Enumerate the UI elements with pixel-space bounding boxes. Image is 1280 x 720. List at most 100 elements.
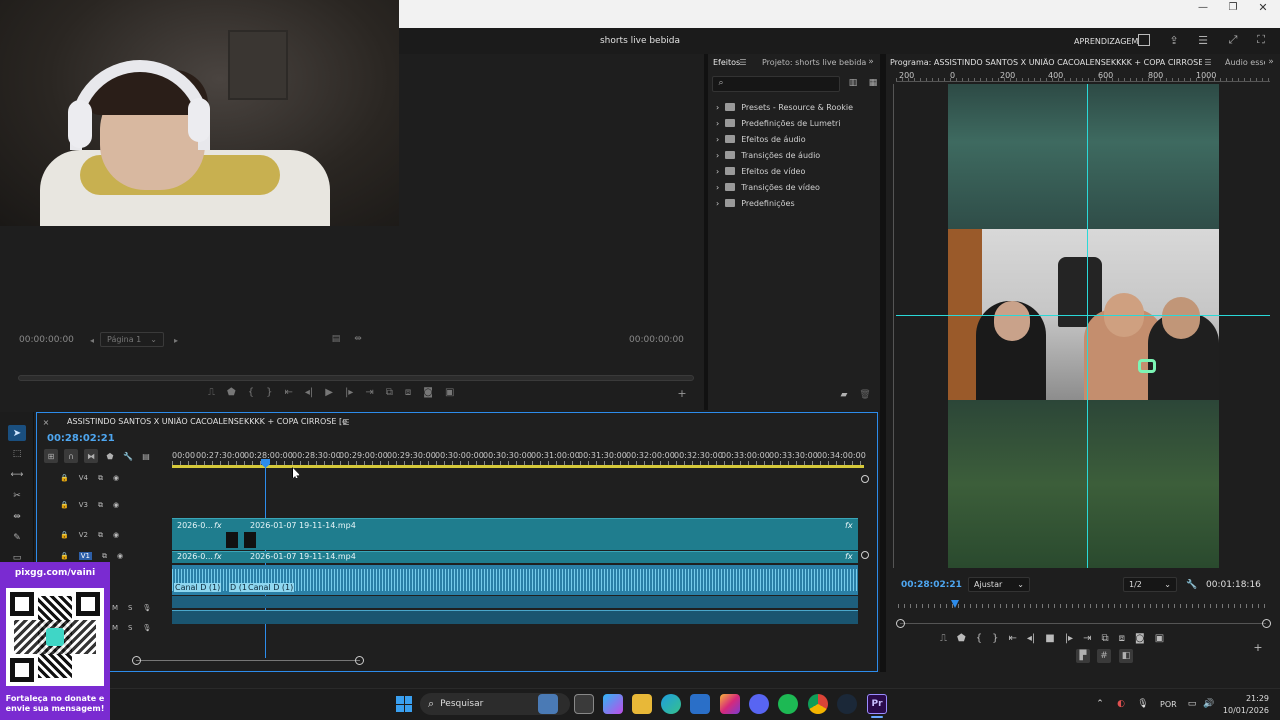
source-expand-icon[interactable]: ⇹ <box>352 333 364 345</box>
start-button[interactable] <box>396 696 412 712</box>
eye-icon[interactable]: ◉ <box>117 552 123 560</box>
timeline-vertical-scroll-bottom[interactable] <box>861 551 869 559</box>
timeline-scroll-handle-left[interactable] <box>132 656 141 665</box>
step-back-icon[interactable]: ◂| <box>305 387 313 401</box>
mute-button[interactable]: M <box>112 604 118 612</box>
spotify-icon[interactable] <box>778 694 798 714</box>
accelerated-effects-icon[interactable]: ▥ <box>847 78 859 88</box>
source-add-icon[interactable]: + <box>677 387 687 400</box>
share-icon[interactable]: ⇪ <box>1168 33 1180 47</box>
folder-video-effects[interactable]: › Efeitos de vídeo <box>716 163 805 179</box>
sequence-tab[interactable]: ASSISTINDO SANTOS X UNIÃO CACOALENSEKKKK… <box>67 417 347 426</box>
audio-clip-a3[interactable] <box>172 610 858 624</box>
steam-icon[interactable] <box>837 694 857 714</box>
workspace-learning-button[interactable]: APRENDIZAGEM <box>1074 37 1138 46</box>
timeline-settings-icon[interactable]: 🔧 <box>122 449 134 463</box>
timeline-horizontal-scroll[interactable] <box>136 660 360 661</box>
tab-project[interactable]: Projeto: shorts live bebida <box>762 58 866 67</box>
source-settings-icon[interactable]: ▤ <box>331 333 341 345</box>
linked-selection-icon[interactable]: ⧓ <box>84 449 98 463</box>
microphone-icon[interactable]: 🎙 <box>143 604 152 612</box>
timeline-timecode[interactable]: 00:28:02:21 <box>47 433 115 444</box>
effects-search-input[interactable] <box>712 76 840 92</box>
edge-icon[interactable] <box>661 694 681 714</box>
mark-out-icon[interactable]: } <box>266 387 272 401</box>
razor-tool-icon[interactable]: ✂ <box>9 489 25 503</box>
mark-in-icon[interactable]: { <box>248 387 254 401</box>
go-to-out-icon[interactable]: ⇥ <box>365 387 373 401</box>
folder-audio-effects[interactable]: › Efeitos de áudio <box>716 131 806 147</box>
solo-button[interactable]: S <box>128 604 132 612</box>
widgets-icon[interactable] <box>538 694 558 714</box>
chrome-icon[interactable] <box>808 694 828 714</box>
sync-lock-icon[interactable]: ⧉ <box>98 531 103 540</box>
instagram-icon[interactable] <box>720 694 740 714</box>
32bit-effects-icon[interactable]: ▦ <box>868 78 878 88</box>
timeline-vertical-scroll-top[interactable] <box>861 475 869 483</box>
marker-icon[interactable]: ⬟ <box>957 633 966 647</box>
new-bin-icon[interactable]: ▰ <box>838 390 850 400</box>
microphone-icon[interactable]: 🎙 <box>1137 698 1149 710</box>
copilot-icon[interactable] <box>603 694 623 714</box>
tab-essential-audio[interactable]: Áudio essen <box>1225 58 1265 67</box>
step-forward-icon[interactable]: |▸ <box>345 387 353 401</box>
stop-icon[interactable]: ■ <box>1045 633 1054 647</box>
play-icon[interactable]: ▶ <box>325 387 333 401</box>
lock-icon[interactable]: 🔒 <box>60 474 69 482</box>
page-prev-icon[interactable]: ◂ <box>88 334 96 346</box>
step-back-icon[interactable]: ◂| <box>1027 633 1035 647</box>
program-add-icon[interactable]: + <box>1253 641 1263 654</box>
panel-layout-icon[interactable] <box>1138 34 1150 46</box>
insert-icon[interactable]: ⧉ <box>386 387 393 401</box>
page-select[interactable]: Página 1 ⌄ <box>100 332 164 347</box>
effects-tab-menu-icon[interactable]: ☰ <box>739 57 747 67</box>
slip-tool-icon[interactable]: ⇹ <box>9 510 25 524</box>
insert-sequence-icon[interactable]: ⊞ <box>44 449 58 463</box>
lock-icon[interactable]: 🔒 <box>60 501 69 509</box>
eye-icon[interactable]: ◉ <box>113 501 119 509</box>
volume-icon[interactable]: 🔊 <box>1203 698 1215 710</box>
language-indicator[interactable]: POR <box>1160 700 1177 709</box>
folder-audio-transitions[interactable]: › Transições de áudio <box>716 147 820 163</box>
go-to-in-icon[interactable]: ⇤ <box>284 387 292 401</box>
maximize-icon[interactable]: ❐ <box>1224 0 1242 14</box>
overwrite-icon[interactable]: ⧈ <box>405 387 411 401</box>
marker-icon[interactable]: ⬟ <box>227 387 236 401</box>
lock-icon[interactable]: 🔒 <box>60 552 69 560</box>
network-icon[interactable]: ▭ <box>1186 698 1198 710</box>
folder-presets-resource-rookie[interactable]: › Presets - Resource & Rookie <box>716 99 853 115</box>
ripple-edit-tool-icon[interactable]: ⟷ <box>9 468 25 482</box>
audio-clip-a2[interactable] <box>172 596 858 608</box>
captions-icon[interactable]: ▤ <box>140 449 152 463</box>
mark-out-icon[interactable]: } <box>992 633 998 647</box>
fullscreen-icon[interactable]: ⛶ <box>1254 33 1268 47</box>
scroll-handle-right[interactable] <box>1262 619 1271 628</box>
resolution-select[interactable]: 1/2 ⌄ <box>1123 577 1177 592</box>
eye-icon[interactable]: ◉ <box>113 531 119 539</box>
insert-marker-icon[interactable]: ⎍ <box>208 387 215 401</box>
clock-time[interactable]: 21:29 <box>1225 694 1269 703</box>
solo-button[interactable]: S <box>128 624 132 632</box>
extract-icon[interactable]: ⧈ <box>1119 633 1125 647</box>
sync-lock-icon[interactable]: ⧉ <box>98 501 103 510</box>
close-sequence-icon[interactable]: × <box>42 417 50 427</box>
lock-icon[interactable]: 🔒 <box>60 531 69 539</box>
tray-app-icon[interactable]: ◐ <box>1115 698 1127 710</box>
safe-margins-icon[interactable]: ▛ <box>1076 649 1090 663</box>
page-next-icon[interactable]: ▸ <box>172 334 180 346</box>
camera-icon[interactable]: ◙ <box>1135 633 1145 647</box>
store-icon[interactable] <box>690 694 710 714</box>
guide-vertical[interactable] <box>1087 84 1088 568</box>
go-to-out-icon[interactable]: ⇥ <box>1083 633 1091 647</box>
premiere-pro-icon[interactable]: Pr <box>867 694 887 714</box>
discord-icon[interactable] <box>749 694 769 714</box>
camera-icon[interactable]: ◙ <box>423 387 433 401</box>
button-editor-icon[interactable]: ▣ <box>1155 633 1164 647</box>
program-scroll-bar[interactable] <box>900 623 1266 624</box>
file-explorer-icon[interactable] <box>632 694 652 714</box>
wrench-icon[interactable]: 🔧 <box>1186 579 1198 591</box>
add-marker-icon[interactable]: ⬟ <box>104 449 116 463</box>
panel-overflow-icon[interactable]: » <box>866 57 876 67</box>
step-forward-icon[interactable]: |▸ <box>1065 633 1073 647</box>
source-scrub-bar[interactable] <box>18 375 694 381</box>
